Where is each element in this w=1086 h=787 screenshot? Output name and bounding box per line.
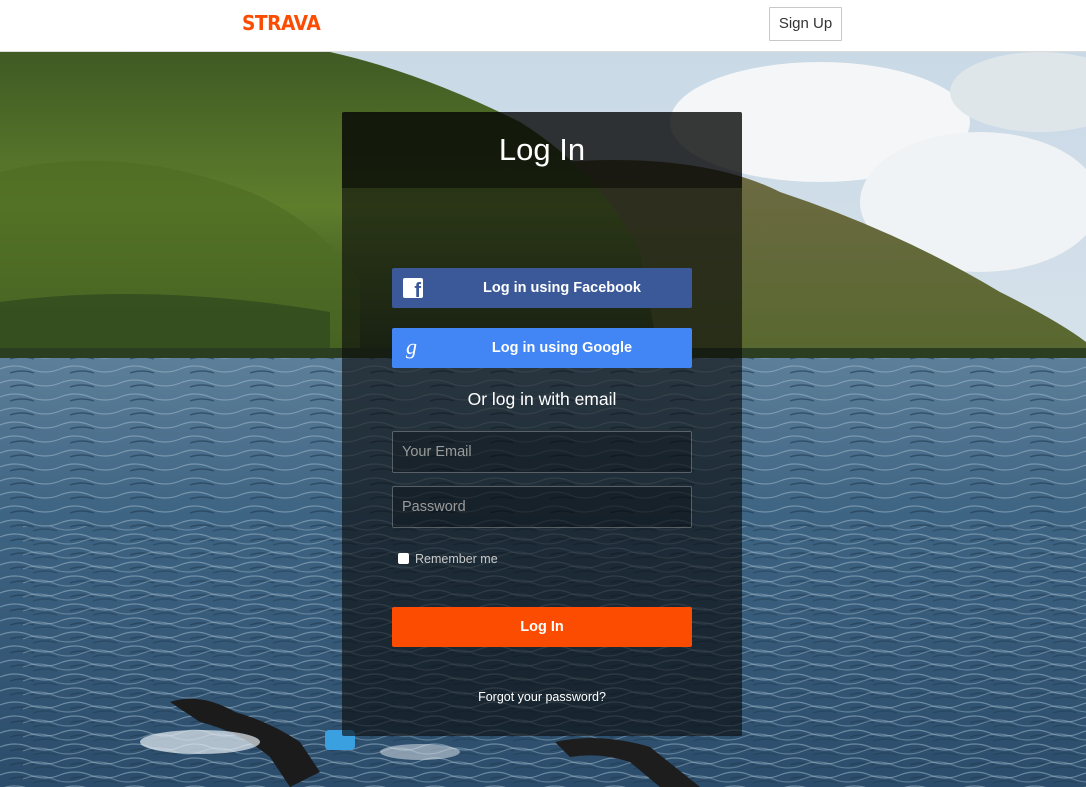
- login-submit-button[interactable]: Log In: [392, 607, 692, 647]
- forgot-password-link[interactable]: Forgot your password?: [342, 690, 742, 704]
- remember-me-label[interactable]: Remember me: [415, 552, 498, 566]
- facebook-login-label: Log in using Facebook: [483, 280, 641, 296]
- password-field[interactable]: [392, 486, 692, 528]
- login-title: Log In: [498, 132, 586, 167]
- google-login-button[interactable]: g Log in using Google: [392, 328, 692, 368]
- login-panel: Log In f Log in using Facebook g Log in …: [342, 112, 742, 736]
- remember-me-checkbox[interactable]: [398, 553, 409, 564]
- login-panel-header: Log In: [342, 112, 742, 188]
- signup-button[interactable]: Sign Up: [769, 7, 842, 41]
- strava-logo[interactable]: STRAVA: [242, 11, 321, 35]
- top-navbar: STRAVA Sign Up: [0, 0, 1086, 52]
- login-page: STRAVA Sign Up Log In f Log in using Fac…: [0, 0, 1086, 787]
- google-icon: g: [406, 334, 417, 359]
- google-login-label: Log in using Google: [491, 340, 633, 356]
- facebook-icon: f: [403, 278, 423, 301]
- email-field[interactable]: [392, 431, 692, 473]
- facebook-login-button[interactable]: f Log in using Facebook: [392, 268, 692, 308]
- email-divider-text: Or log in with email: [467, 389, 617, 409]
